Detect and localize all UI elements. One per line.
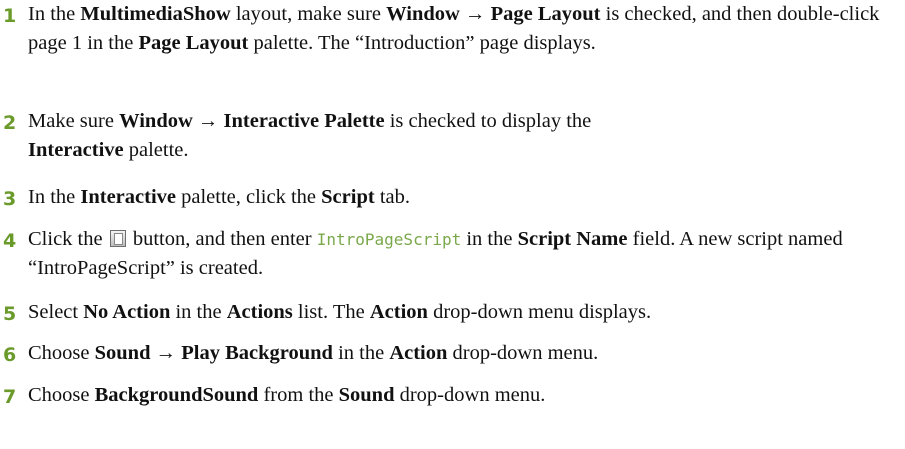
step-number: 1 — [3, 5, 17, 27]
text-run: palette, click the — [176, 186, 322, 208]
layout-name: MultimediaShow — [80, 3, 231, 25]
step-text: Select No Action in the Actions list. Th… — [28, 298, 888, 327]
text-run: drop-down menu displays. — [427, 301, 652, 323]
step-text: Click the button, and then enter IntroPa… — [28, 225, 888, 283]
text-run: drop-down menu. — [394, 384, 546, 406]
palette-name: Interactive — [80, 186, 176, 208]
text-run: In the — [28, 3, 81, 25]
text-run: Choose — [28, 384, 95, 406]
text-run: button, and then enter — [127, 228, 317, 250]
menu-path: Window → Interactive Palette — [119, 110, 385, 132]
step-text: Choose BackgroundSound from the Sound dr… — [28, 381, 888, 410]
menu-name: Action — [369, 301, 428, 323]
text-run: is checked to display the — [384, 110, 592, 132]
step-7: 7 Choose BackgroundSound from the Sound … — [0, 381, 905, 415]
text-run: palette. The “Introduction” page display… — [248, 32, 596, 54]
step-text: In the MultimediaShow layout, make sure … — [28, 0, 888, 58]
text-run: list. The — [292, 301, 370, 323]
palette-name: Page Layout — [138, 32, 249, 54]
menu-path: Sound → Play Background — [94, 342, 333, 364]
text-run: tab. — [374, 186, 410, 208]
menu-name: Action — [389, 342, 448, 364]
text-run: drop-down menu. — [447, 342, 599, 364]
text-run: In the — [28, 186, 81, 208]
menu-path: Window → Page Layout — [386, 3, 601, 25]
step-2: 2 Make sure Window → Interactive Palette… — [0, 107, 905, 171]
text-run: Choose — [28, 342, 95, 364]
text-run: in the — [332, 342, 390, 364]
palette-name: Interactive — [28, 139, 124, 161]
step-number: 4 — [3, 230, 17, 252]
step-4: 4 Click the button, and then enter Intro… — [0, 225, 905, 289]
text-run: from the — [258, 384, 339, 406]
step-5: 5 Select No Action in the Actions list. … — [0, 298, 905, 332]
script-name-code: IntroPageScript — [316, 230, 462, 249]
step-number: 7 — [3, 386, 17, 408]
new-document-icon — [109, 230, 126, 247]
step-number: 3 — [3, 188, 17, 210]
text-run: palette. — [123, 139, 189, 161]
step-number: 6 — [3, 344, 17, 366]
step-text: Choose Sound → Play Background in the Ac… — [28, 339, 888, 368]
step-3: 3 In the Interactive palette, click the … — [0, 183, 905, 217]
field-name: Script Name — [517, 228, 628, 250]
text-run: Click the — [28, 228, 108, 250]
step-6: 6 Choose Sound → Play Background in the … — [0, 339, 905, 373]
menu-name: Sound — [338, 384, 395, 406]
step-number: 5 — [3, 303, 17, 325]
text-run: in the — [461, 228, 518, 250]
step-text: Make sure Window → Interactive Palette i… — [28, 107, 888, 165]
text-run: in the — [170, 301, 227, 323]
sound-name: BackgroundSound — [94, 384, 259, 406]
text-run: layout, make sure — [230, 3, 387, 25]
step-1: 1 In the MultimediaShow layout, make sur… — [0, 0, 905, 96]
step-number: 2 — [3, 112, 17, 134]
action-name: No Action — [83, 301, 171, 323]
tab-name: Script — [321, 186, 375, 208]
list-name: Actions — [226, 301, 293, 323]
step-text: In the Interactive palette, click the Sc… — [28, 183, 888, 212]
text-run: Make sure — [28, 110, 120, 132]
text-run: Select — [28, 301, 84, 323]
